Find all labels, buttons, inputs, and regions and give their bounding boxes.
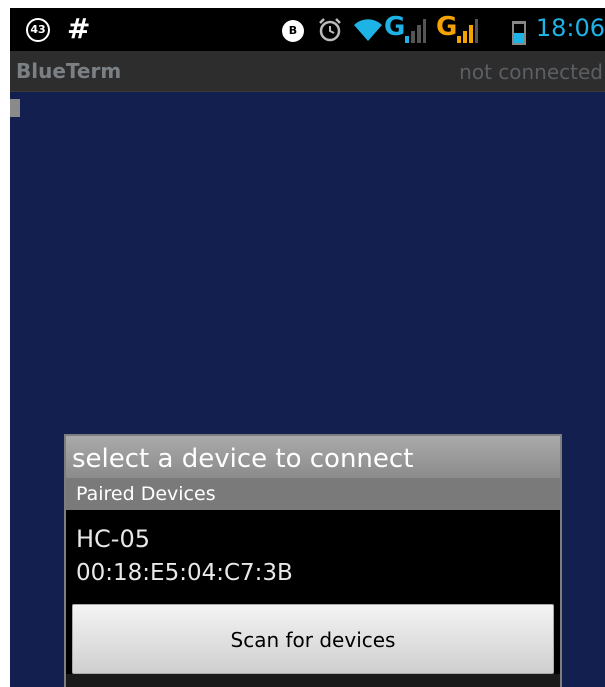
device-address: 00:18:E5:04:C7:3B [76, 560, 293, 586]
alarm-clock-icon [319, 18, 341, 42]
paired-devices-header: Paired Devices [66, 478, 560, 510]
notification-count-badge[interactable]: 43 [26, 18, 50, 42]
status-bar: 43 # B G G 18:06 [10, 8, 605, 51]
hash-icon: # [67, 12, 91, 45]
signal-strength-icon-1 [405, 19, 426, 43]
device-name: HC-05 [76, 525, 151, 553]
wifi-icon [354, 19, 382, 41]
list-item-device[interactable]: HC-05 00:18:E5:04:C7:3B [66, 516, 560, 608]
dialog-title: select a device to connect [66, 436, 560, 478]
signal-strength-icon-2 [457, 19, 478, 43]
device-select-dialog: select a device to connect Paired Device… [64, 434, 562, 687]
dialog-bottom-bar [66, 674, 560, 687]
app-title-bar: BlueTerm not connected [10, 51, 605, 92]
phone-screen: 43 # B G G 18:06 BlueTerm not connected … [10, 8, 605, 687]
scan-for-devices-button[interactable]: Scan for devices [72, 604, 554, 674]
connection-status: not connected [459, 60, 603, 84]
battery-icon [512, 21, 526, 45]
network-type-label-1: G [384, 12, 406, 42]
network-type-label-2: G [436, 12, 458, 42]
app-title: BlueTerm [16, 59, 122, 83]
terminal-cursor [10, 99, 20, 117]
status-clock: 18:06 [535, 14, 605, 42]
vpn-icon: B [282, 20, 304, 42]
